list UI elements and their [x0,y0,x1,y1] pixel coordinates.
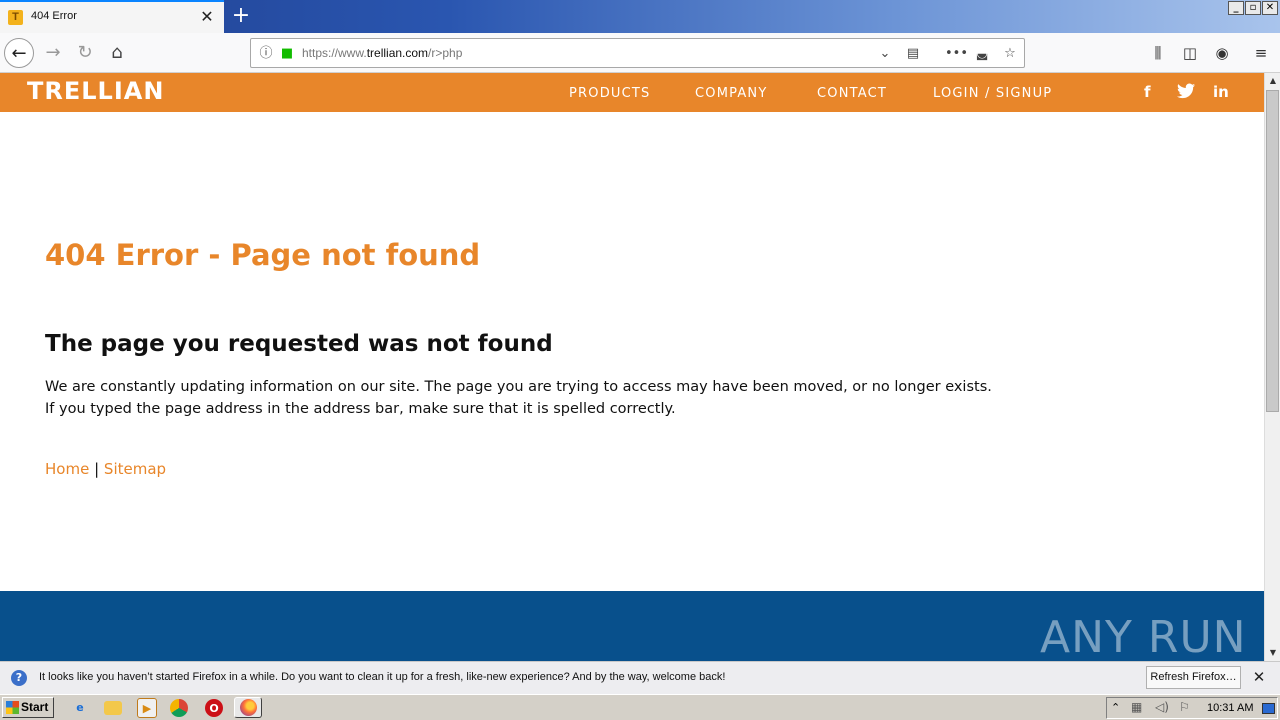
windows-logo-icon [6,701,19,714]
bookmark-star-icon[interactable]: ☆ [1001,45,1019,63]
menu-hamburger-icon[interactable]: ≡ [1250,43,1272,63]
url-dropdown-chevron-icon[interactable]: ⌄ [876,45,894,63]
new-tab-button[interactable]: + [230,4,252,28]
tab-title: 404 Error [31,10,77,22]
minimize-window-button[interactable]: _ [1228,1,1244,15]
trellian-favicon-icon: T [8,10,23,25]
scrollbar-thumb[interactable] [1266,90,1279,412]
pocket-icon[interactable]: ◛ [973,45,991,63]
nav-company[interactable]: COMPANY [695,86,768,101]
nav-contact[interactable]: CONTACT [817,86,887,101]
twitter-icon[interactable] [1177,83,1195,103]
system-tray: ⌃ ▦ ◁) ⚐ 10:31 AM [1106,697,1278,719]
account-icon[interactable]: ◉ [1211,43,1233,63]
sidebar-icon[interactable]: ◫ [1179,43,1201,63]
page-actions-icon[interactable]: ••• [945,45,968,63]
internet-explorer-icon[interactable]: e [70,698,90,718]
trellian-logo[interactable]: TRELLIAN [27,77,164,105]
forward-button[interactable]: → [38,38,68,68]
volume-icon[interactable]: ◁) [1155,700,1169,714]
notification-close-icon[interactable]: ✕ [1250,668,1268,686]
media-player-icon[interactable]: ▶ [137,698,157,718]
opera-icon[interactable]: O [205,699,223,717]
anyrun-watermark: ANY RUN [1040,612,1247,663]
error-links: Home | Sitemap [45,460,166,478]
scroll-up-arrow-icon[interactable]: ▲ [1265,73,1280,89]
notification-bar: ? It looks like you haven’t started Fire… [0,661,1280,694]
show-desktop-icon[interactable] [1262,703,1275,714]
network-icon[interactable]: ▦ [1131,700,1142,714]
tab-404-error[interactable]: T 404 Error ✕ [0,0,224,33]
nav-products[interactable]: PRODUCTS [569,86,651,101]
back-button[interactable]: ← [4,38,34,68]
url-text[interactable]: https://www.trellian.com/r>php [302,46,462,60]
home-button[interactable]: ⌂ [102,38,132,68]
scroll-down-arrow-icon[interactable]: ▼ [1265,645,1280,661]
site-info-icon[interactable]: ⓘ [257,45,275,63]
library-icon[interactable]: ⫼ [1147,43,1169,63]
question-icon: ? [11,670,27,686]
navigation-toolbar: ← → ↻ ⌂ ⓘ ■ https://www.trellian.com/r>p… [0,33,1280,73]
chrome-icon[interactable] [170,699,188,717]
refresh-firefox-button[interactable]: Refresh Firefox… [1146,666,1241,689]
restore-window-button[interactable]: ▫ [1245,1,1261,15]
action-center-flag-icon[interactable]: ⚐ [1179,700,1190,714]
notification-text: It looks like you haven’t started Firefo… [39,671,726,683]
sitemap-link[interactable]: Sitemap [104,460,166,478]
close-window-button[interactable]: ✕ [1262,1,1278,15]
firefox-icon [240,699,257,716]
tab-strip: T 404 Error ✕ + _ ▫ ✕ [0,0,1280,33]
clock[interactable]: 10:31 AM [1207,702,1253,714]
tab-close-icon[interactable]: ✕ [198,8,216,26]
linkedin-icon[interactable]: in [1213,83,1229,101]
tray-expand-icon[interactable]: ⌃ [1111,701,1120,714]
nav-login-signup[interactable]: LOGIN / SIGNUP [933,86,1052,101]
reload-button[interactable]: ↻ [70,38,100,68]
link-separator: | [94,460,100,478]
windows-taskbar: Start e ▶ O ⌃ ▦ ◁) ⚐ 10:31 AM [0,694,1280,720]
start-label: Start [21,700,49,714]
reader-view-icon[interactable]: ▤ [904,45,922,63]
error-description-line-1: We are constantly updating information o… [45,379,992,395]
start-button[interactable]: Start [2,697,54,718]
secure-lock-icon: ■ [280,46,294,61]
facebook-icon[interactable]: f [1144,83,1151,101]
file-explorer-icon[interactable] [104,701,122,715]
error-subheading: The page you requested was not found [45,331,553,357]
site-header: TRELLIAN PRODUCTS COMPANY CONTACT LOGIN … [0,73,1264,112]
address-bar[interactable]: ⓘ ■ https://www.trellian.com/r>php ⌄ ▤ •… [250,38,1025,68]
vertical-scrollbar[interactable]: ▲ ▼ [1264,73,1280,661]
firefox-taskbar-button[interactable] [234,697,262,718]
error-description-line-2: If you typed the page address in the add… [45,401,676,417]
error-heading: 404 Error - Page not found [45,238,481,272]
home-link[interactable]: Home [45,460,89,478]
